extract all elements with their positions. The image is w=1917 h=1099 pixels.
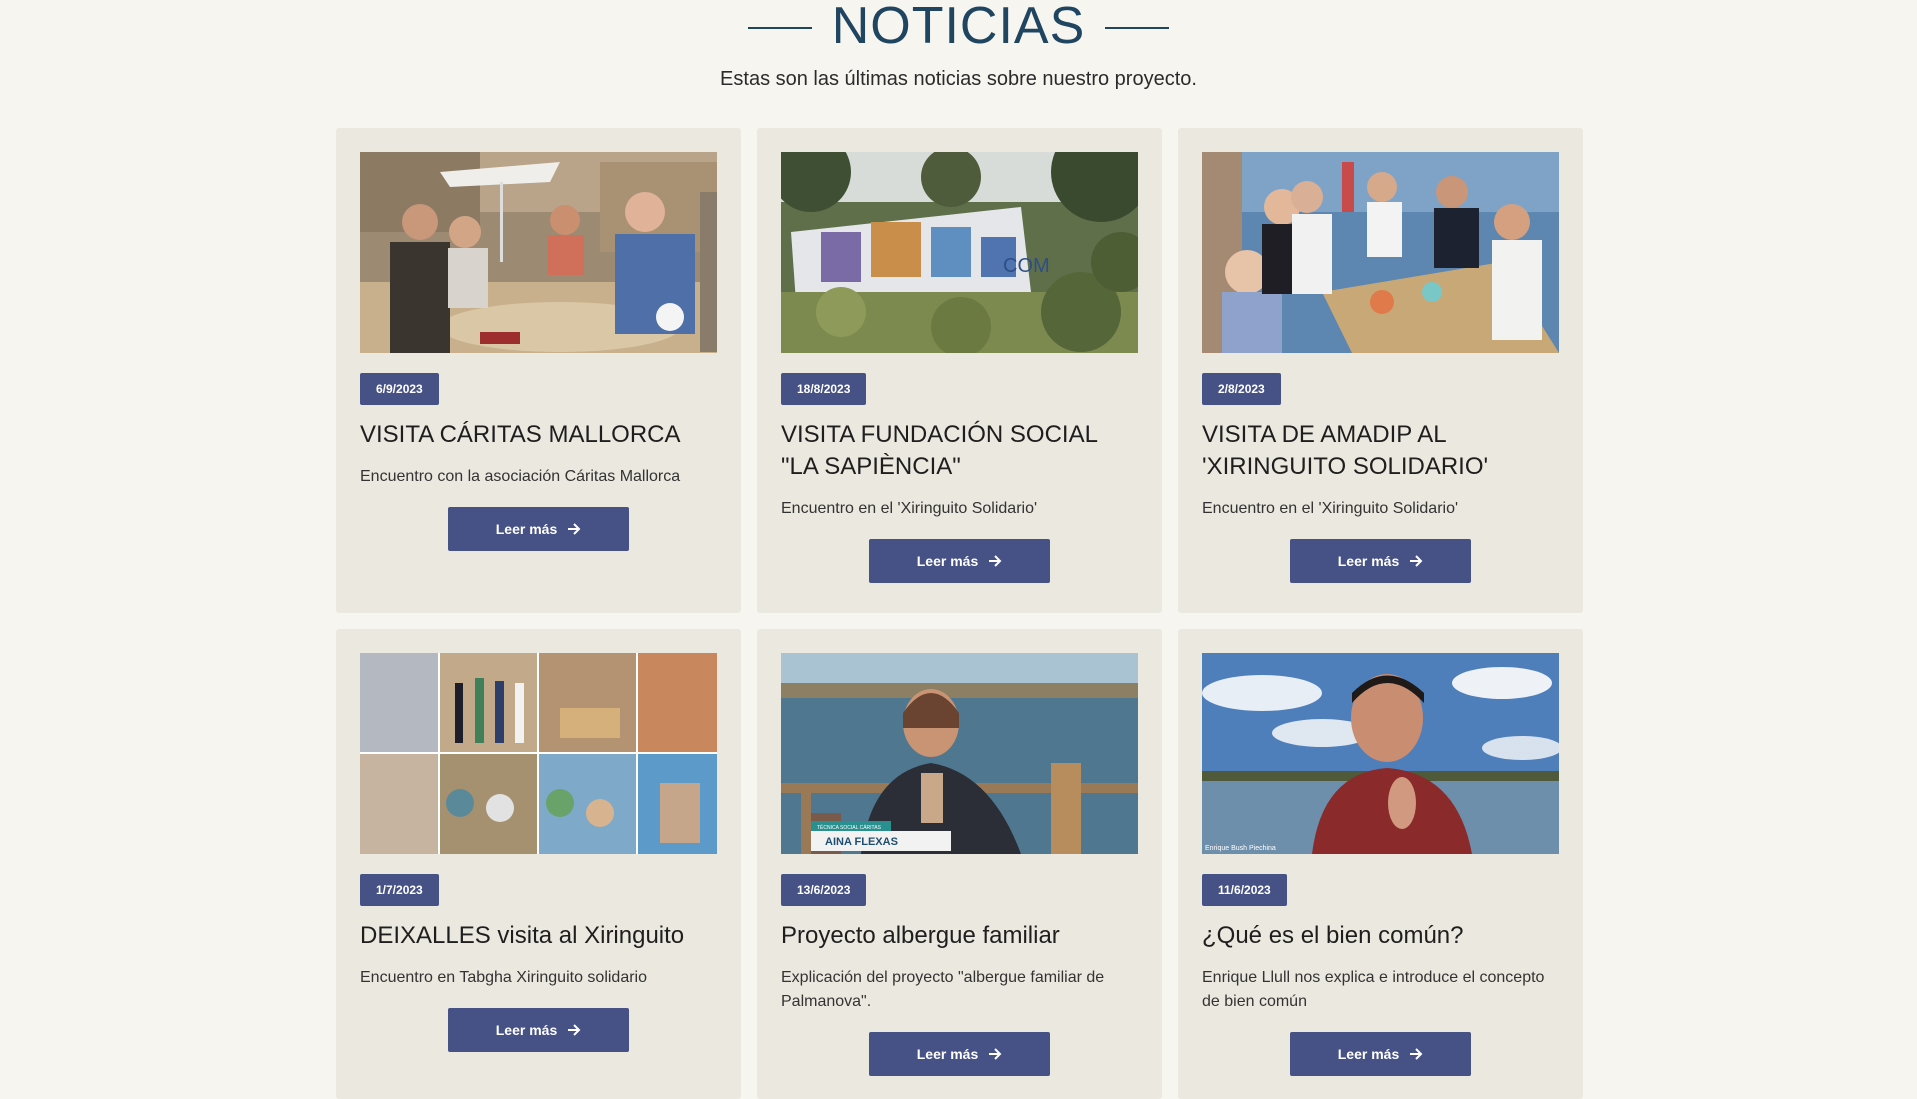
news-description: Encuentro con la asociación Cáritas Mall… [360, 468, 681, 485]
news-title[interactable]: VISITA DE AMADIP AL 'XIRINGUITO SOLIDARI… [1202, 419, 1559, 483]
page-title: NOTICIAS [831, 0, 1086, 55]
news-card: 6/9/2023 VISITA CÁRITAS MALLORCA Encuent… [336, 128, 741, 613]
news-image[interactable] [1202, 152, 1559, 353]
news-description: Encuentro en el 'Xiringuito Solidario' [1202, 500, 1459, 517]
date-badge: 13/6/2023 [781, 874, 867, 906]
video-caption: AINA FLEXAS [825, 836, 898, 848]
news-title[interactable]: DEIXALLES visita al Xiringuito [360, 920, 717, 952]
news-title[interactable]: VISITA FUNDACIÓN SOCIAL "LA SAPIÈNCIA" [781, 419, 1138, 483]
title-line-right [1105, 27, 1170, 29]
read-more-label: Leer más [916, 1046, 979, 1062]
arrow-right-icon [568, 523, 581, 535]
title-row: NOTICIAS [0, 0, 1917, 56]
read-more-label: Leer más [495, 1022, 558, 1038]
date-badge: 11/6/2023 [1202, 874, 1287, 906]
read-more-button[interactable]: Leer más [448, 507, 629, 551]
arrow-right-icon [1410, 555, 1423, 567]
news-grid: 6/9/2023 VISITA CÁRITAS MALLORCA Encuent… [336, 128, 1586, 1099]
read-more-label: Leer más [495, 521, 558, 537]
news-card: AINA FLEXAS TÉCNICA SOCIAL CÁRITAS 13/6/… [757, 629, 1162, 1099]
news-card: Enrique Bush Piechina 11/6/2023 ¿Qué es … [1178, 629, 1583, 1099]
read-more-button[interactable]: Leer más [448, 1008, 629, 1052]
news-image[interactable]: Enrique Bush Piechina [1202, 653, 1559, 854]
news-title[interactable]: VISITA CÁRITAS MALLORCA [360, 419, 717, 451]
news-image[interactable]: COM [781, 152, 1138, 353]
page-subtitle: Estas son las últimas noticias sobre nue… [720, 68, 1197, 90]
news-image[interactable] [360, 152, 717, 353]
read-more-button[interactable]: Leer más [1290, 1032, 1471, 1076]
title-line-left [747, 27, 812, 29]
news-card: 2/8/2023 VISITA DE AMADIP AL 'XIRINGUITO… [1178, 128, 1583, 613]
video-caption-small: TÉCNICA SOCIAL CÁRITAS [817, 824, 882, 831]
news-description: Encuentro en Tabgha Xiringuito solidario [360, 969, 648, 986]
news-card: 1/7/2023 DEIXALLES visita al Xiringuito … [336, 629, 741, 1099]
read-more-button[interactable]: Leer más [869, 1032, 1050, 1076]
news-description: Encuentro en el 'Xiringuito Solidario' [781, 500, 1038, 517]
news-title[interactable]: ¿Qué es el bien común? [1202, 920, 1559, 952]
arrow-right-icon [568, 1024, 581, 1036]
news-description: Enrique Llull nos explica e introduce el… [1202, 969, 1545, 1010]
read-more-label: Leer más [1337, 553, 1400, 569]
news-title[interactable]: Proyecto albergue familiar [781, 920, 1138, 952]
read-more-label: Leer más [1337, 1046, 1400, 1062]
arrow-right-icon [1410, 1048, 1423, 1060]
news-card: COM 18/8/2023 VISITA FUNDACIÓN SOCIAL "L… [757, 128, 1162, 613]
news-image[interactable] [360, 653, 717, 854]
news-image[interactable]: AINA FLEXAS TÉCNICA SOCIAL CÁRITAS [781, 653, 1138, 854]
arrow-right-icon [989, 555, 1002, 567]
date-badge: 18/8/2023 [781, 373, 867, 405]
read-more-button[interactable]: Leer más [1290, 539, 1471, 583]
read-more-label: Leer más [916, 553, 979, 569]
read-more-button[interactable]: Leer más [869, 539, 1050, 583]
arrow-right-icon [989, 1048, 1002, 1060]
svg-text:COM: COM [1003, 255, 1050, 277]
news-description: Explicación del proyecto "albergue famil… [781, 969, 1105, 1010]
date-badge: 1/7/2023 [360, 874, 439, 906]
video-caption: Enrique Bush Piechina [1205, 845, 1276, 852]
date-badge: 2/8/2023 [1202, 373, 1281, 405]
date-badge: 6/9/2023 [360, 373, 439, 405]
